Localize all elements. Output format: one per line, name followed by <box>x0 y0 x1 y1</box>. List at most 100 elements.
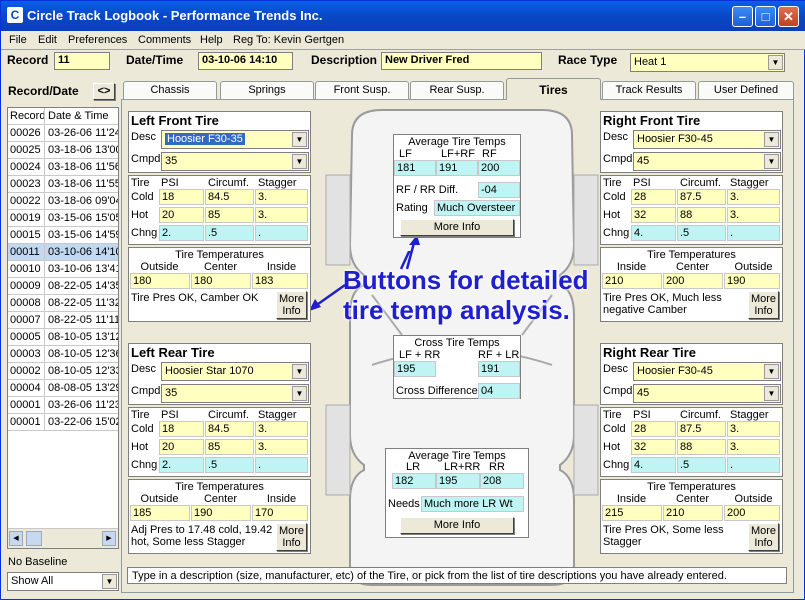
chevron-down-icon[interactable]: ▼ <box>292 154 307 169</box>
list-item[interactable]: 00026 03-26-06 11'24 <box>8 125 118 142</box>
lr-hot-cell[interactable]: 85 <box>205 439 254 455</box>
rr-hot-cell[interactable]: 88 <box>677 439 726 455</box>
chevron-down-icon[interactable]: ▼ <box>768 55 783 70</box>
horizontal-scrollbar[interactable]: ◀ ▶ <box>8 528 118 548</box>
tab-tires[interactable]: Tires <box>506 78 601 100</box>
col-record-header[interactable]: Record <box>8 108 45 125</box>
lf-hot-cell[interactable]: 85 <box>205 207 254 223</box>
rr-inside-temp[interactable]: 215 <box>602 505 662 521</box>
list-item[interactable]: 00010 03-10-06 13'41 <box>8 261 118 278</box>
scroll-left-icon[interactable]: ◀ <box>9 531 23 546</box>
col-date-header[interactable]: Date & Time <box>46 108 118 125</box>
close-icon[interactable]: ✕ <box>778 6 799 27</box>
lf-inside-temp[interactable]: 183 <box>252 273 308 289</box>
maximize-icon[interactable]: □ <box>755 6 776 27</box>
list-item[interactable]: 00001 03-22-06 15'02 <box>8 414 118 431</box>
rr-cold-cell[interactable]: 3. <box>727 421 780 437</box>
race-type-select[interactable]: Heat 1 ▼ <box>630 53 785 72</box>
rr-cold-cell[interactable]: 28 <box>631 421 676 437</box>
lr-hot-cell[interactable]: 3. <box>255 439 308 455</box>
menu-help[interactable]: Help <box>200 34 223 46</box>
list-item[interactable]: 00023 03-18-06 11'55 <box>8 176 118 193</box>
baseline-select[interactable]: Show All ▼ <box>7 572 119 591</box>
tab-user-defined[interactable]: User Defined <box>698 81 794 99</box>
record-field[interactable]: 11 <box>54 52 110 70</box>
chevron-down-icon[interactable]: ▼ <box>292 132 307 147</box>
lf-cmpd-select[interactable]: 35 ▼ <box>161 152 309 171</box>
tab-track-results[interactable]: Track Results <box>602 81 696 99</box>
lr-center-temp[interactable]: 190 <box>191 505 251 521</box>
lr-desc-select[interactable]: Hoosier Star 1070 ▼ <box>161 362 309 381</box>
rf-cold-cell[interactable]: 3. <box>727 189 780 205</box>
list-item[interactable]: 00002 08-10-05 12'33 <box>8 363 118 380</box>
front-more-info-button[interactable]: More Info <box>400 219 514 236</box>
tab-front-susp[interactable]: Front Susp. <box>315 81 409 99</box>
list-item[interactable]: 00009 08-22-05 14'35 <box>8 278 118 295</box>
list-item[interactable]: 00001 03-26-06 11'23 <box>8 397 118 414</box>
rr-hot-cell[interactable]: 3. <box>727 439 780 455</box>
rr-outside-temp[interactable]: 200 <box>724 505 780 521</box>
rf-center-temp[interactable]: 200 <box>663 273 723 289</box>
rr-desc-select[interactable]: Hoosier F30-45 ▼ <box>633 362 781 381</box>
rf-desc-select[interactable]: Hoosier F30-45 ▼ <box>633 130 781 149</box>
lf-cold-cell[interactable]: 18 <box>159 189 204 205</box>
scroll-thumb[interactable] <box>26 531 42 546</box>
rf-hot-cell[interactable]: 3. <box>727 207 780 223</box>
chevron-down-icon[interactable]: ▼ <box>292 386 307 401</box>
rf-cold-cell[interactable]: 87.5 <box>677 189 726 205</box>
chevron-down-icon[interactable]: ▼ <box>764 364 779 379</box>
lr-cmpd-select[interactable]: 35 ▼ <box>161 384 309 403</box>
lf-hot-cell[interactable]: 20 <box>159 207 204 223</box>
lr-hot-cell[interactable]: 20 <box>159 439 204 455</box>
lr-cold-cell[interactable]: 18 <box>159 421 204 437</box>
list-item[interactable]: 00005 08-10-05 13'12 <box>8 329 118 346</box>
chevron-down-icon[interactable]: ▼ <box>764 386 779 401</box>
rf-hot-cell[interactable]: 32 <box>631 207 676 223</box>
chevron-down-icon[interactable]: ▼ <box>764 132 779 147</box>
sort-toggle-button[interactable]: <> <box>93 83 115 100</box>
rf-cmpd-select[interactable]: 45 ▼ <box>633 152 781 171</box>
list-item[interactable]: 00008 08-22-05 11'32 <box>8 295 118 312</box>
rr-hot-cell[interactable]: 32 <box>631 439 676 455</box>
scroll-right-icon[interactable]: ▶ <box>102 531 116 546</box>
lr-cold-cell[interactable]: 84.5 <box>205 421 254 437</box>
menu-comments[interactable]: Comments <box>138 34 191 46</box>
list-item[interactable]: 00003 08-10-05 12'36 <box>8 346 118 363</box>
tab-chassis[interactable]: Chassis <box>123 81 217 99</box>
tab-springs[interactable]: Springs <box>220 81 314 99</box>
lf-more-info-button[interactable]: More Info <box>276 291 307 319</box>
list-item[interactable]: 00024 03-18-06 11'56 <box>8 159 118 176</box>
rf-outside-temp[interactable]: 190 <box>724 273 780 289</box>
list-item[interactable]: 00011 03-10-06 14'10 <box>8 244 118 261</box>
list-item[interactable]: 00025 03-18-06 13'00 <box>8 142 118 159</box>
chevron-down-icon[interactable]: ▼ <box>292 364 307 379</box>
lr-inside-temp[interactable]: 170 <box>252 505 308 521</box>
list-item[interactable]: 00004 08-08-05 13'29 <box>8 380 118 397</box>
rf-inside-temp[interactable]: 210 <box>602 273 662 289</box>
chevron-down-icon[interactable]: ▼ <box>764 154 779 169</box>
menu-file[interactable]: File <box>9 34 27 46</box>
rf-cold-cell[interactable]: 28 <box>631 189 676 205</box>
rr-cold-cell[interactable]: 87.5 <box>677 421 726 437</box>
list-item[interactable]: 00015 03-15-06 14'59 <box>8 227 118 244</box>
rf-more-info-button[interactable]: More Info <box>748 291 779 319</box>
lf-cold-cell[interactable]: 3. <box>255 189 308 205</box>
lf-outside-temp[interactable]: 180 <box>130 273 190 289</box>
lf-desc-select[interactable]: Hoosier F30-35 ▼ <box>161 130 309 149</box>
menu-preferences[interactable]: Preferences <box>68 34 127 46</box>
list-item[interactable]: 00019 03-15-06 15'05 <box>8 210 118 227</box>
lf-center-temp[interactable]: 180 <box>191 273 251 289</box>
lf-hot-cell[interactable]: 3. <box>255 207 308 223</box>
chevron-down-icon[interactable]: ▼ <box>102 574 117 589</box>
lf-cold-cell[interactable]: 84.5 <box>205 189 254 205</box>
lr-cold-cell[interactable]: 3. <box>255 421 308 437</box>
list-item[interactable]: 00007 08-22-05 11'11 <box>8 312 118 329</box>
minimize-icon[interactable]: – <box>732 6 753 27</box>
description-field[interactable]: New Driver Fred <box>381 52 542 70</box>
rr-more-info-button[interactable]: More Info <box>748 523 779 551</box>
tab-rear-susp[interactable]: Rear Susp. <box>410 81 504 99</box>
rr-center-temp[interactable]: 210 <box>663 505 723 521</box>
lr-outside-temp[interactable]: 185 <box>130 505 190 521</box>
date-time-field[interactable]: 03-10-06 14:10 <box>198 52 293 70</box>
rf-hot-cell[interactable]: 88 <box>677 207 726 223</box>
